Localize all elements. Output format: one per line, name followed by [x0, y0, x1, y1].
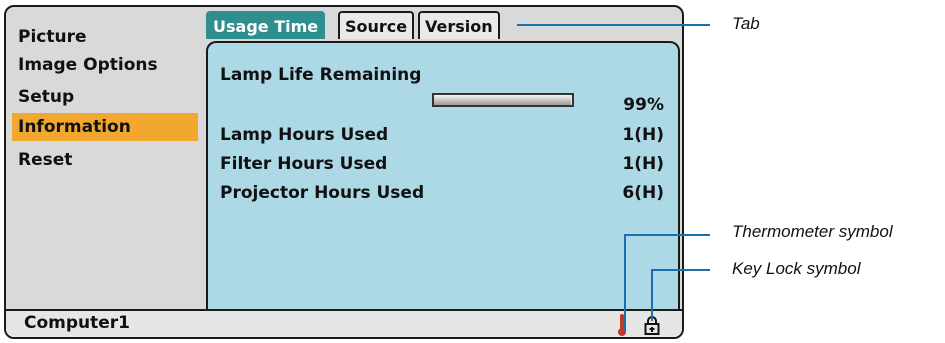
sidebar-item-reset[interactable]: Reset [12, 146, 198, 174]
tab-usage-time[interactable]: Usage Time [206, 11, 326, 39]
lamp-life-bar-fill [434, 95, 571, 105]
lamp-hours-label: Lamp Hours Used [220, 125, 389, 145]
sidebar-item-setup[interactable]: Setup [12, 83, 198, 111]
status-bar: Computer1 [6, 309, 682, 337]
osd-menu: Picture Image Options Setup Information … [4, 5, 684, 339]
usage-time-panel: Lamp Life Remaining 99% Lamp Hours Used … [206, 41, 680, 309]
thermometer-leader-line [624, 234, 710, 236]
lamp-life-label: Lamp Life Remaining [220, 65, 422, 85]
keylock-leader-vertical [651, 269, 653, 321]
projector-hours-label: Projector Hours Used [220, 183, 425, 203]
lamp-hours-value: 1(H) [622, 125, 664, 145]
tab-callout: Tab [732, 14, 760, 33]
sidebar-item-information[interactable]: Information [12, 113, 198, 141]
filter-hours-value: 1(H) [622, 154, 664, 174]
filter-hours-label: Filter Hours Used [220, 154, 388, 174]
sidebar-item-picture[interactable]: Picture [12, 23, 198, 51]
thermometer-leader-vertical [624, 234, 626, 332]
thermometer-icon [616, 313, 628, 337]
thermometer-callout: Thermometer symbol [732, 222, 893, 241]
projector-hours-value: 6(H) [622, 183, 664, 203]
tab-version[interactable]: Version [418, 11, 500, 39]
lamp-life-value: 99% [623, 95, 664, 115]
tab-source[interactable]: Source [338, 11, 415, 39]
input-source-label: Computer1 [24, 313, 131, 333]
lamp-life-bar [432, 93, 574, 107]
keylock-leader-line [651, 269, 710, 271]
keylock-callout: Key Lock symbol [732, 259, 861, 278]
sidebar-item-image-options[interactable]: Image Options [12, 51, 198, 79]
tab-leader-line [517, 24, 710, 26]
